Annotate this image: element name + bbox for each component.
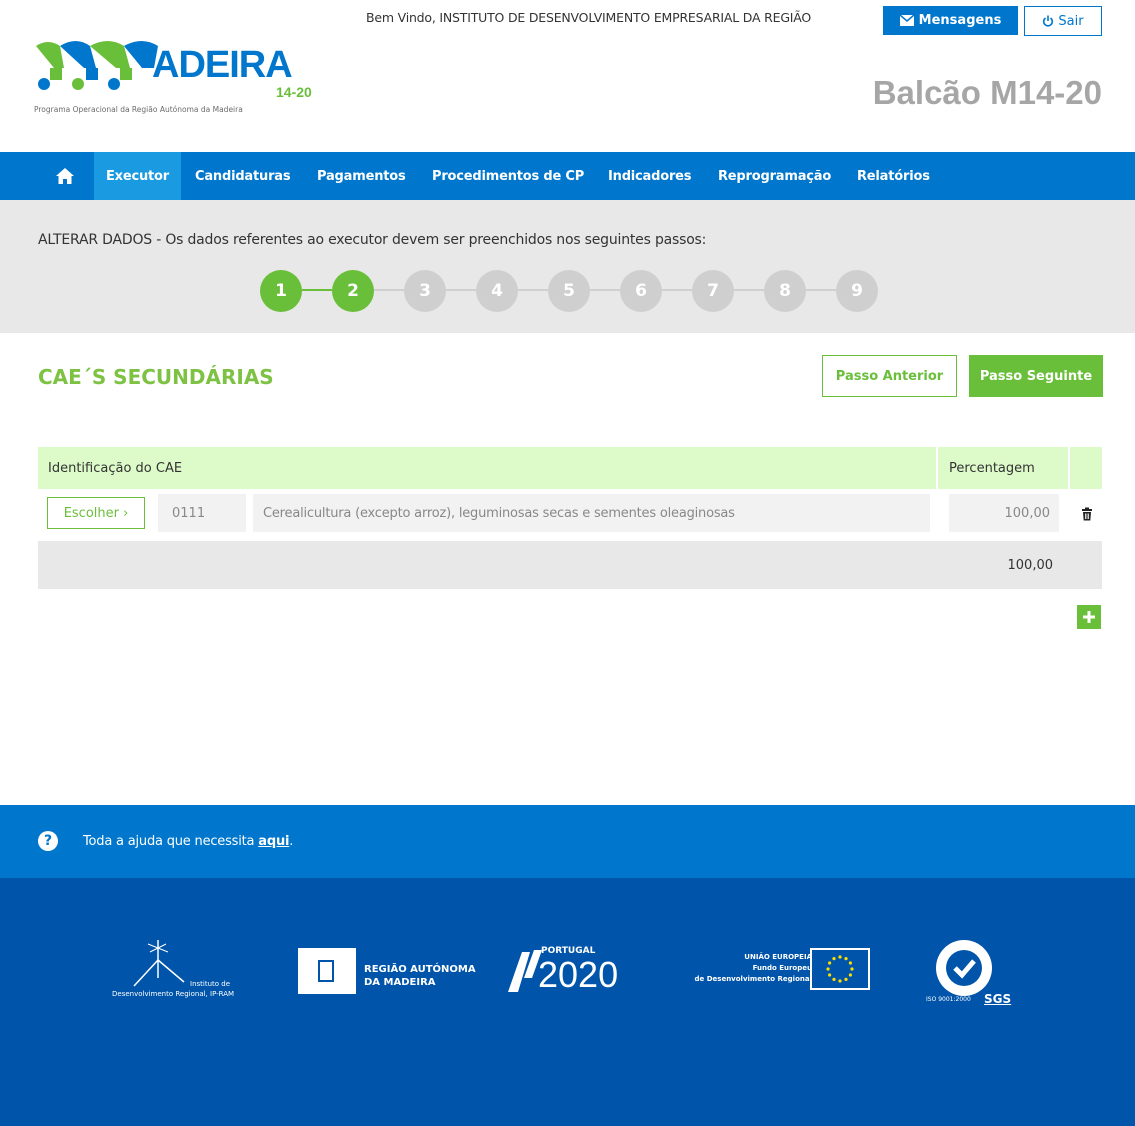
step-4: 4 [476, 270, 518, 312]
help-bar: ? Toda a ajuda que necessita aqui. [0, 805, 1135, 878]
eu-fund-line2: Fundo Europeu [752, 964, 812, 972]
portugal-2020-logo[interactable]: PORTUGAL 2020 [508, 946, 648, 996]
header: Bem Vindo, INSTITUTO DE DESENVOLVIMENTO … [0, 0, 1135, 150]
question-icon: ? [38, 831, 58, 851]
eu-flag-icon [810, 948, 870, 990]
step-connector [374, 289, 404, 291]
sgs-iso-logo[interactable]: ISO 9001:2000 SGS [926, 936, 1032, 1006]
step-6: 6 [620, 270, 662, 312]
nav-item-relatorios[interactable]: Relatórios [857, 152, 930, 200]
section-title: CAE´S SECUNDÁRIAS [38, 365, 274, 389]
nav-item-label: Executor [105, 168, 169, 184]
step-connector [662, 289, 692, 291]
nav-item-label: Procedimentos de CP [432, 168, 585, 184]
header-cae: Identificação do CAE [38, 447, 938, 489]
portugal-2020-mark [508, 950, 542, 992]
messages-button[interactable]: Mensagens [883, 6, 1018, 35]
table-total-row: 100,00 [38, 541, 1102, 589]
idr-logo-line2: Desenvolvimento Regional, IP-RAM [112, 990, 235, 998]
step-connector [302, 289, 332, 291]
portal-title: Balcão M14-20 [872, 74, 1102, 111]
trash-icon[interactable] [1080, 507, 1094, 521]
cae-code-field: 0111 [158, 494, 246, 532]
step-1[interactable]: 1 [260, 270, 302, 312]
step-8: 8 [764, 270, 806, 312]
ram-logo[interactable]: REGIÃO AUTÓNOMA DA MADEIRA [298, 948, 476, 996]
help-text-end: . [289, 834, 294, 849]
step-9: 9 [836, 270, 878, 312]
logo-wordmark: ADEIRA [152, 44, 293, 86]
logo-subtitle: Programa Operacional da Região Autónoma … [34, 105, 243, 114]
power-icon [1043, 15, 1054, 27]
logout-button[interactable]: Sair [1024, 6, 1102, 36]
portugal-2020-big: 2020 [538, 954, 619, 995]
nav-home[interactable] [40, 152, 90, 200]
idr-logo-line1: Instituto de [190, 980, 231, 988]
choose-cae-button[interactable]: Escolher › [47, 497, 145, 529]
nav-item-procedimentos[interactable]: Procedimentos de CP [432, 152, 584, 200]
sgs-label: SGS [984, 992, 1012, 1006]
steps-title: ALTERAR DADOS - Os dados referentes ao e… [38, 232, 706, 248]
eu-fund-line1: UNIÃO EUROPEIA [744, 953, 812, 961]
step-connector [734, 289, 764, 291]
main-nav: Executor Candidaturas Pagamentos Procedi… [0, 152, 1135, 200]
help-text: Toda a ajuda que necessita aqui. [83, 834, 293, 849]
home-icon [56, 168, 74, 184]
messages-label: Mensagens [918, 13, 1002, 28]
logout-label: Sair [1058, 13, 1084, 29]
nav-item-candidaturas[interactable]: Candidaturas [195, 152, 291, 200]
previous-step-button[interactable]: Passo Anterior [822, 355, 957, 397]
nav-item-label: Candidaturas [195, 168, 291, 184]
envelope-icon [899, 15, 914, 26]
madeira-logo[interactable]: ADEIRA 14-20 Programa Operacional da Reg… [34, 38, 324, 118]
step-5: 5 [548, 270, 590, 312]
step-connector [590, 289, 620, 291]
sgs-iso-text: ISO 9001:2000 [926, 996, 971, 1003]
percent-field[interactable]: 100,00 [949, 494, 1059, 532]
nav-item-indicadores[interactable]: Indicadores [608, 152, 692, 200]
step-connector [446, 289, 476, 291]
table-row: Escolher › 0111 Cerealicultura (excepto … [38, 489, 1102, 541]
footer: Instituto de Desenvolvimento Regional, I… [0, 878, 1135, 1126]
table-header: Identificação do CAE Percentagem [38, 447, 1102, 489]
ram-logo-line1: REGIÃO AUTÓNOMA [364, 964, 476, 975]
steps-title-rest: - Os dados referentes ao executor devem … [151, 232, 707, 248]
header-percent: Percentagem [940, 447, 1070, 489]
welcome-text: Bem Vindo, INSTITUTO DE DESENVOLVIMENTO … [366, 10, 812, 25]
nav-item-label: Indicadores [608, 168, 692, 184]
eu-fund-logo[interactable]: UNIÃO EUROPEIA Fundo Europeu de Desenvol… [694, 948, 878, 996]
plus-icon [1083, 611, 1095, 623]
logo-period: 14-20 [276, 84, 312, 100]
add-row-button[interactable] [1077, 605, 1101, 629]
nav-item-label: Pagamentos [317, 168, 406, 184]
idr-logo-mark [133, 940, 185, 987]
step-2[interactable]: 2 [332, 270, 374, 312]
step-7: 7 [692, 270, 734, 312]
eu-fund-line3: de Desenvolvimento Regional [694, 975, 812, 983]
nav-item-label: Reprogramação [718, 168, 832, 184]
nav-item-reprogramacao[interactable]: Reprogramação [718, 152, 831, 200]
next-step-button[interactable]: Passo Seguinte [969, 355, 1103, 397]
ram-logo-line2: DA MADEIRA [364, 977, 436, 988]
nav-item-executor[interactable]: Executor [94, 152, 181, 200]
idr-logo[interactable]: Instituto de Desenvolvimento Regional, I… [112, 938, 242, 1008]
step-3: 3 [404, 270, 446, 312]
ram-logo-emblem [318, 960, 334, 982]
steps-panel: ALTERAR DADOS - Os dados referentes ao e… [0, 200, 1135, 333]
step-connector [518, 289, 548, 291]
steps-title-strong: ALTERAR DADOS [38, 232, 152, 248]
total-percent: 100,00 [1007, 557, 1054, 573]
cae-description-field: Cerealicultura (excepto arroz), legumino… [253, 494, 930, 532]
nav-item-pagamentos[interactable]: Pagamentos [317, 152, 406, 200]
help-text-lead: Toda a ajuda que necessita [83, 834, 259, 849]
step-connector [806, 289, 836, 291]
nav-item-label: Relatórios [857, 168, 930, 184]
help-link[interactable]: aqui [258, 834, 289, 849]
